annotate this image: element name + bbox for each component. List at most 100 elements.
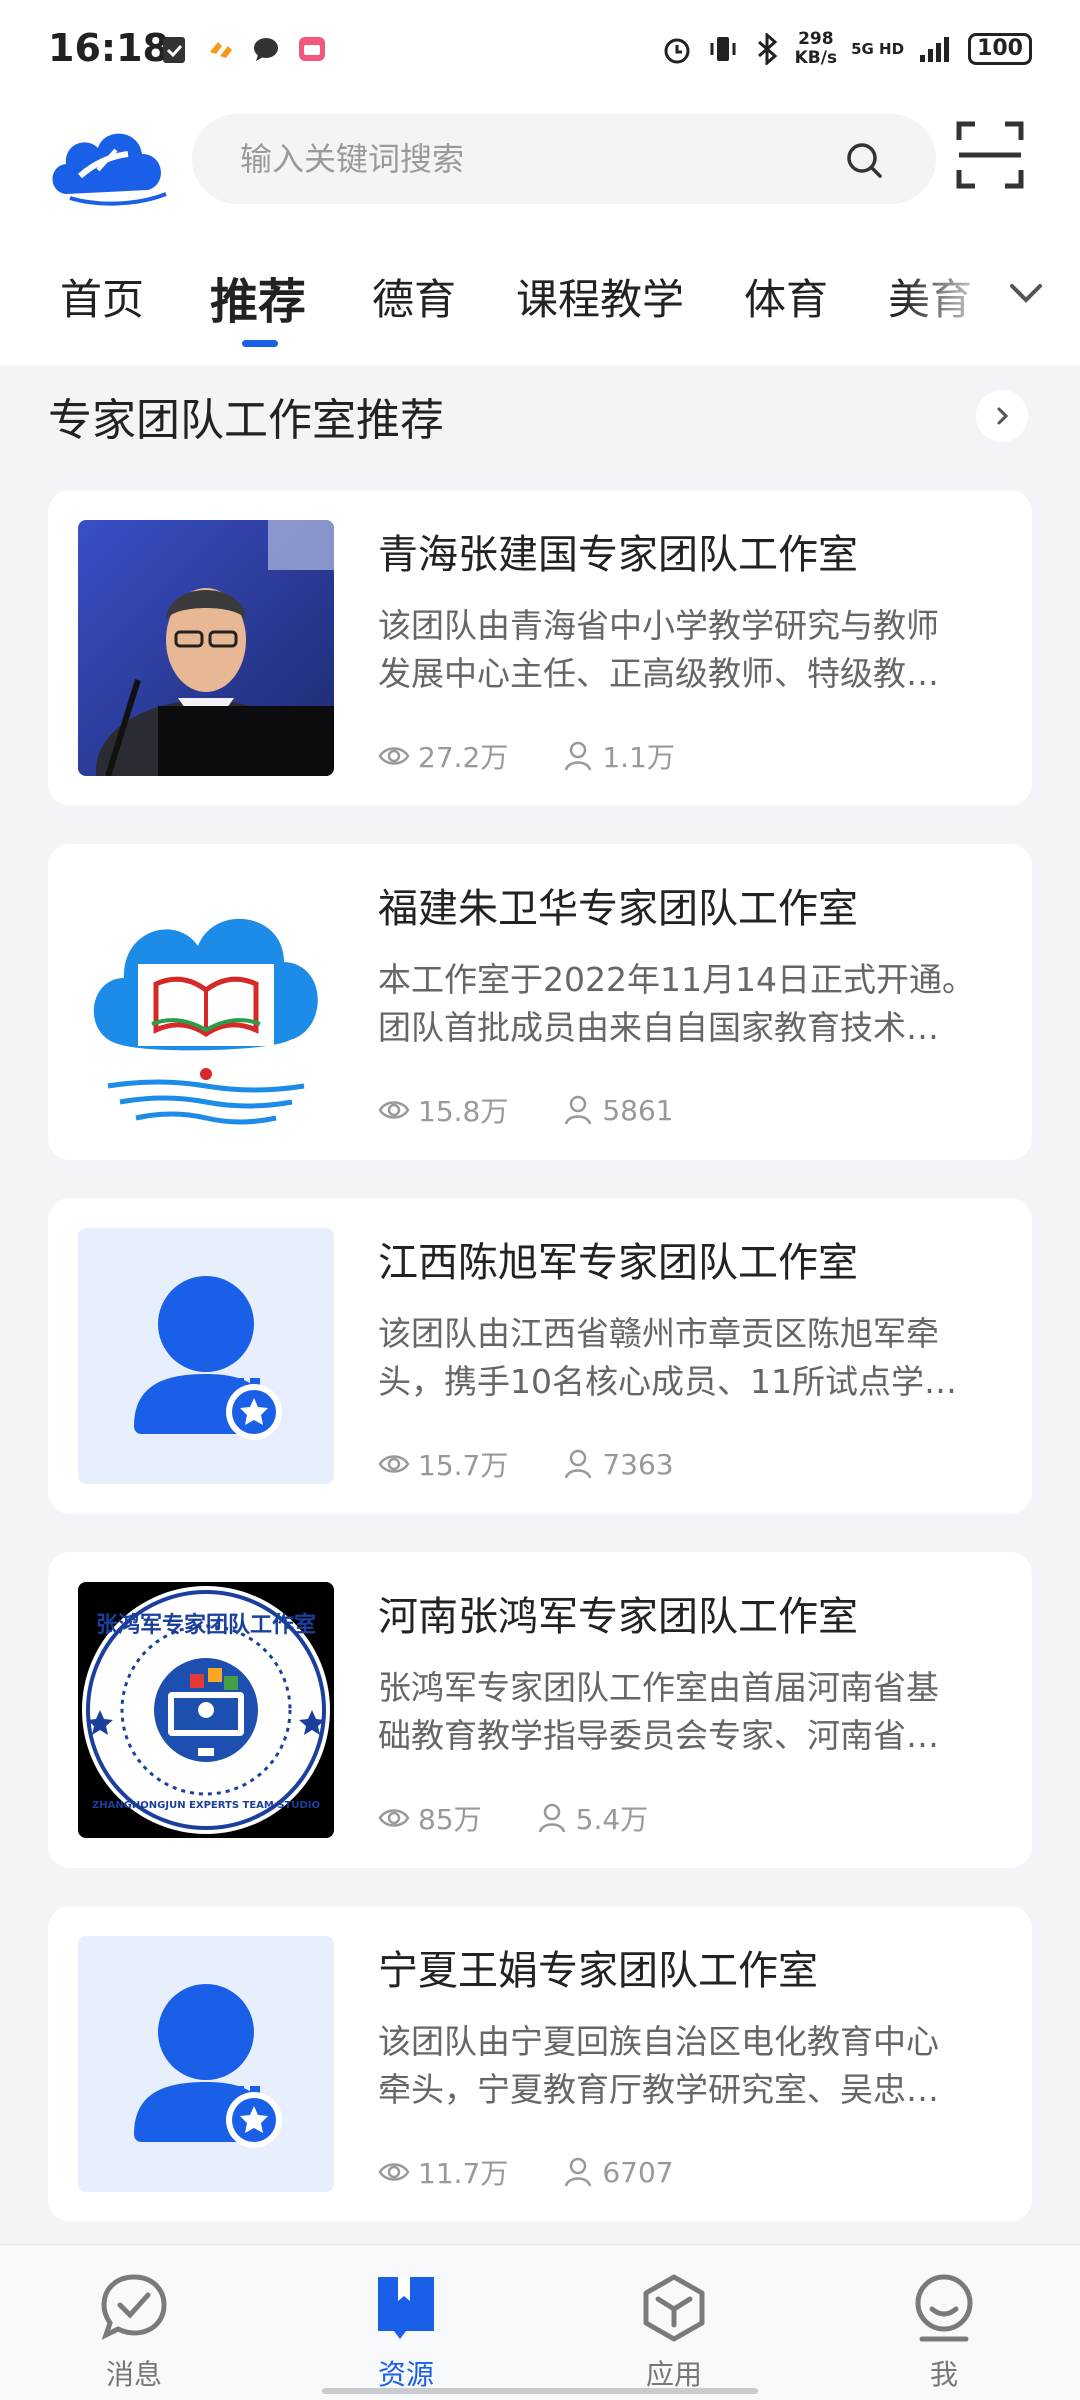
section-title: 专家团队工作室推荐	[48, 395, 444, 446]
person-icon	[915, 2274, 973, 2342]
description-line: 头，携手10名核心成员、11所试点学…	[378, 1362, 957, 1401]
studio-thumbnail-default-avatar	[78, 1228, 334, 1484]
speed-unit: KB/s	[794, 48, 838, 68]
studio-description: 本工作室于2022年11月14日正式开通。 团队首批成员由来自自国家教育技术…	[378, 956, 988, 1052]
tab-sports[interactable]: 体育	[744, 266, 828, 327]
seal-text-en: ZHANGHONGJUN EXPERTS TEAM STUDIO	[92, 1800, 320, 1811]
member-count: 5861	[562, 1093, 674, 1127]
clipboard-check-icon	[163, 37, 185, 63]
eye-icon	[378, 1809, 410, 1827]
system-status: 298 KB/s 5G HD 100	[661, 30, 1032, 68]
view-count-value: 11.7万	[418, 2157, 509, 2190]
tab-course-teaching[interactable]: 课程教学	[516, 266, 684, 327]
tab-home[interactable]: 首页	[60, 266, 144, 327]
member-count-value: 5.4万	[575, 1803, 649, 1836]
search-icon[interactable]	[844, 140, 884, 180]
nav-resources[interactable]: 资源	[326, 2271, 486, 2393]
bilibili-icon	[299, 37, 325, 61]
tab-recommend[interactable]: 推荐	[210, 262, 306, 332]
studio-stats: 27.2万 1.1万	[378, 736, 729, 776]
eye-icon	[378, 1455, 410, 1473]
studio-thumbnail-photo	[78, 520, 334, 776]
network-speed: 298 KB/s	[795, 30, 837, 68]
scan-icon[interactable]	[955, 120, 1025, 190]
nav-label: 应用	[645, 2358, 702, 2391]
studio-thumbnail-default-avatar	[78, 1936, 334, 2192]
alarm-icon	[664, 38, 690, 64]
studio-title: 青海张建国专家团队工作室	[378, 532, 858, 578]
description-line: 本工作室于2022年11月14日正式开通。	[378, 960, 975, 999]
chevron-right-icon	[997, 407, 1009, 425]
studio-card[interactable]: 宁夏王娟专家团队工作室 该团队由宁夏回族自治区电化教育中心 牵头，宁夏教育厅教学…	[48, 1906, 1032, 2222]
description-line: 该团队由宁夏回族自治区电化教育中心	[378, 2022, 939, 2061]
view-count: 85万	[378, 1798, 482, 1838]
nav-apps[interactable]: 应用	[594, 2271, 754, 2393]
app-logo-icon	[52, 133, 167, 206]
studio-thumbnail-seal: 张鸿军专家团队工作室 ZHANGHONGJUN EXPERTS TEAM STU…	[78, 1582, 334, 1838]
studio-card[interactable]: 张鸿军专家团队工作室 ZHANGHONGJUN EXPERTS TEAM STU…	[48, 1552, 1032, 1868]
vibrate-icon	[710, 37, 736, 61]
nav-messages[interactable]: 消息	[54, 2271, 214, 2393]
person-icon	[538, 1803, 565, 1833]
member-count-value: 5861	[602, 1093, 674, 1127]
network-type: 5G HD	[851, 39, 905, 58]
studio-stats: 15.7万 7363	[378, 1444, 728, 1484]
description-line: 该团队由青海省中小学教学研究与教师	[378, 606, 939, 645]
person-icon	[565, 2157, 592, 2187]
studio-description: 张鸿军专家团队工作室由首届河南省基 础教育教学指导委员会专家、河南省…	[378, 1664, 988, 1760]
speed-value: 298	[798, 29, 834, 49]
person-icon	[565, 741, 592, 771]
search-input[interactable]	[240, 114, 800, 204]
studio-title: 宁夏王娟专家团队工作室	[378, 1948, 818, 1994]
status-time: 16:18	[48, 26, 169, 70]
nav-label: 我	[929, 2358, 958, 2391]
description-line: 张鸿军专家团队工作室由首届河南省基	[378, 1668, 939, 1707]
member-count-value: 7363	[602, 1447, 674, 1481]
member-count: 7363	[562, 1447, 674, 1481]
studio-title: 福建朱卫华专家团队工作室	[378, 886, 858, 932]
chevron-down-icon[interactable]	[1002, 270, 1050, 318]
nav-label: 资源	[377, 2358, 434, 2391]
person-icon	[565, 1095, 592, 1125]
bottom-navigation: 消息 资源 应用 我	[0, 2244, 1080, 2400]
section-more-button[interactable]	[976, 390, 1028, 442]
member-count: 5.4万	[536, 1798, 649, 1838]
studio-card[interactable]: 江西陈旭军专家团队工作室 该团队由江西省赣州市章贡区陈旭军牵 头，携手10名核心…	[48, 1198, 1032, 1514]
member-count: 1.1万	[562, 736, 675, 776]
app-notification-icon	[210, 42, 232, 58]
view-count-value: 85万	[418, 1803, 482, 1836]
battery-indicator: 100	[968, 33, 1032, 65]
member-count-value: 6707	[602, 2155, 674, 2189]
description-line: 发展中心主任、正高级教师、特级教…	[378, 654, 939, 693]
category-tabs: 首页 推荐 德育 课程教学 体育 美育	[0, 240, 1080, 366]
studio-card[interactable]: 福建朱卫华专家团队工作室 本工作室于2022年11月14日正式开通。 团队首批成…	[48, 844, 1032, 1160]
chat-bubble-icon	[254, 38, 278, 61]
eye-icon	[378, 747, 410, 765]
cube-icon	[643, 2274, 705, 2342]
member-count-value: 1.1万	[602, 741, 675, 774]
notification-icons	[160, 34, 326, 64]
view-count: 11.7万	[378, 2152, 508, 2192]
nav-label: 消息	[105, 2358, 162, 2391]
app-header	[0, 100, 1080, 260]
studio-title: 河南张鸿军专家团队工作室	[378, 1594, 858, 1640]
view-count: 15.8万	[378, 1090, 508, 1130]
tab-moral-education[interactable]: 德育	[372, 266, 456, 327]
view-count: 27.2万	[378, 736, 508, 776]
nav-me[interactable]: 我	[864, 2271, 1024, 2393]
book-icon	[378, 2277, 434, 2339]
description-line: 团队首批成员由来自自国家教育技术…	[378, 1008, 939, 1047]
home-indicator[interactable]	[322, 2388, 758, 2394]
search-bar[interactable]	[192, 114, 936, 204]
status-bar: 16:18 298 KB/s 5G HD 100	[0, 0, 1080, 100]
description-line: 础教育教学指导委员会专家、河南省…	[378, 1716, 939, 1755]
eye-icon	[378, 1101, 410, 1119]
view-count-value: 15.7万	[418, 1449, 509, 1482]
studio-description: 该团队由宁夏回族自治区电化教育中心 牵头，宁夏教育厅教学研究室、吴忠…	[378, 2018, 988, 2114]
studio-card[interactable]: 青海张建国专家团队工作室 该团队由青海省中小学教学研究与教师 发展中心主任、正高…	[48, 490, 1032, 806]
signal-icon	[920, 37, 950, 62]
person-icon	[565, 1449, 592, 1479]
studio-stats: 11.7万 6707	[378, 2152, 728, 2192]
studio-description: 该团队由江西省赣州市章贡区陈旭军牵 头，携手10名核心成员、11所试点学…	[378, 1310, 988, 1406]
active-tab-indicator	[242, 340, 278, 347]
